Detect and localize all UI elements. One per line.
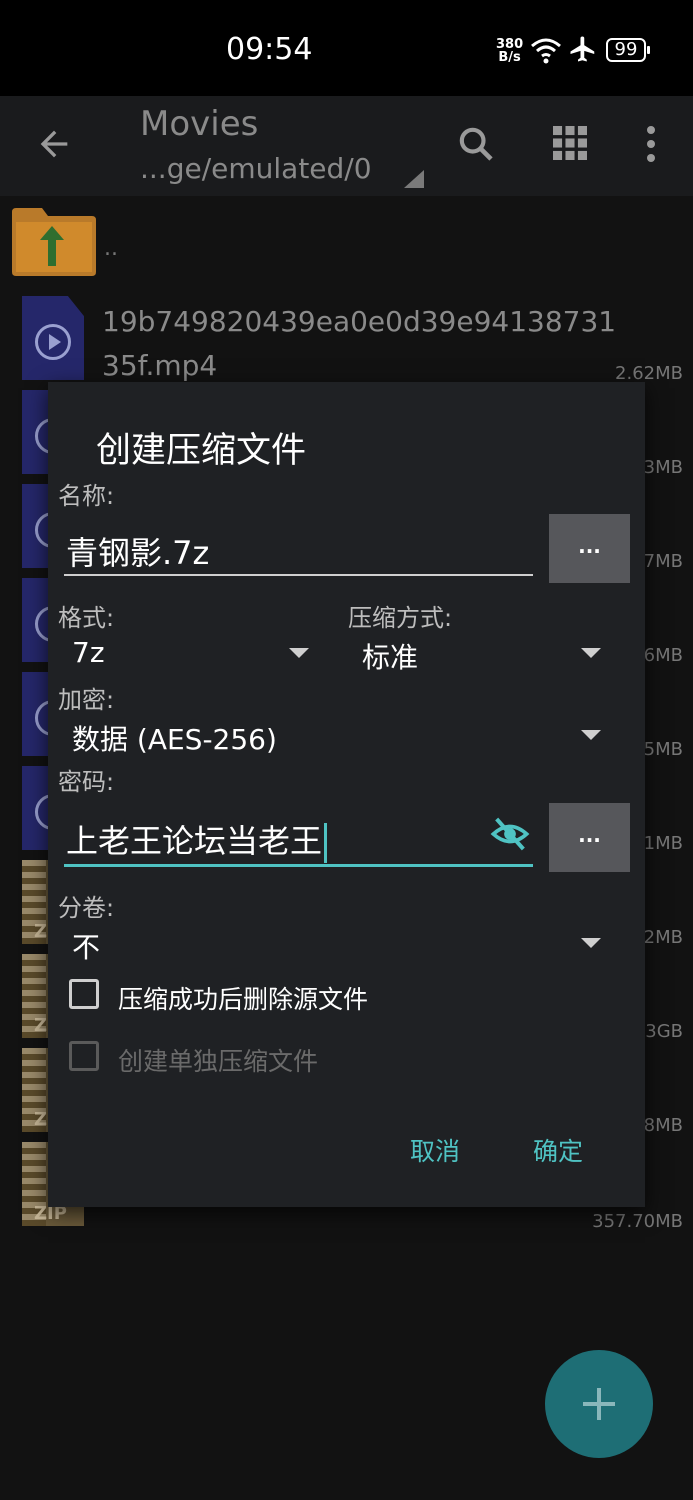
parent-folder-row[interactable]: .. [0, 196, 693, 288]
split-dropdown-icon[interactable] [581, 938, 601, 948]
file-size: 3MB [643, 457, 683, 478]
separate-archive-label[interactable]: 创建单独压缩文件 [118, 1042, 318, 1078]
file-size: 8MB [643, 1115, 683, 1136]
text-cursor [324, 823, 328, 863]
format-select[interactable]: 7z [72, 636, 105, 669]
name-input[interactable]: 青钢影.7z [66, 528, 209, 574]
file-size: 6MB [643, 645, 683, 666]
compression-label: 压缩方式: [348, 604, 453, 632]
wifi-icon [531, 38, 561, 64]
compression-dropdown-icon[interactable] [581, 648, 601, 658]
name-underline [64, 574, 533, 576]
password-browse-button[interactable]: ... [549, 803, 630, 872]
folder-up-icon [12, 208, 96, 276]
zip-icon-label: Z [34, 1109, 48, 1130]
name-browse-button[interactable]: ... [549, 514, 630, 583]
airplane-icon [570, 36, 595, 62]
ok-button[interactable]: 确定 [533, 1132, 583, 1168]
format-dropdown-icon[interactable] [289, 648, 309, 658]
delete-source-label[interactable]: 压缩成功后删除源文件 [118, 980, 368, 1016]
status-bar: 09:54 380 B/s 99 [0, 0, 693, 96]
compression-select[interactable]: 标准 [362, 636, 418, 676]
folder-title: Movies [140, 104, 259, 144]
file-size: 1MB [643, 833, 683, 854]
search-icon[interactable] [456, 124, 496, 164]
app-bar: Movies ...ge/emulated/0 [0, 96, 693, 196]
password-label: 密码: [58, 768, 115, 796]
delete-source-checkbox[interactable] [69, 979, 99, 1009]
file-size: 5MB [643, 739, 683, 760]
separate-archive-checkbox[interactable] [69, 1041, 99, 1071]
back-arrow-icon[interactable] [34, 124, 74, 164]
battery-indicator: 99 [606, 38, 650, 62]
split-label: 分卷: [58, 894, 115, 922]
file-name: 19b749820439ea0e0d39e9413873135f.mp4 [102, 305, 617, 382]
eye-off-icon[interactable] [488, 814, 532, 854]
zip-icon-label: Z [34, 1015, 48, 1036]
create-archive-dialog: 创建压缩文件 名称: 青钢影.7z ... 格式: 7z 压缩方式: 标准 加密… [48, 382, 645, 1207]
zip-icon-label: Z [34, 921, 48, 942]
encryption-dropdown-icon[interactable] [581, 730, 601, 740]
dialog-title: 创建压缩文件 [96, 431, 307, 471]
path-dropdown-icon[interactable] [404, 170, 424, 188]
format-label: 格式: [58, 604, 115, 632]
file-size: 3GB [645, 1021, 683, 1042]
split-select[interactable]: 不 [72, 926, 100, 966]
parent-folder-label: .. [104, 236, 118, 261]
file-size: 357.70MB [592, 1211, 683, 1232]
encryption-label: 加密: [58, 686, 115, 714]
file-size: 2MB [643, 927, 683, 948]
plus-icon [583, 1388, 615, 1420]
file-size: 7MB [643, 551, 683, 572]
file-size: 2.62MB [615, 363, 683, 384]
network-speed: 380 B/s [496, 38, 523, 64]
name-label: 名称: [58, 482, 115, 510]
path-label[interactable]: ...ge/emulated/0 [140, 152, 372, 185]
clock: 09:54 [226, 32, 313, 67]
add-fab-button[interactable] [545, 1350, 653, 1458]
grid-view-icon[interactable] [553, 126, 587, 160]
password-input[interactable]: 上老王论坛当老王 [66, 816, 328, 863]
more-icon[interactable] [645, 124, 657, 164]
password-text: 上老王论坛当老王 [66, 822, 323, 860]
password-underline [64, 864, 533, 867]
network-speed-unit: B/s [498, 50, 521, 65]
encryption-select[interactable]: 数据 (AES-256) [72, 718, 277, 758]
video-file-icon [22, 296, 84, 380]
cancel-button[interactable]: 取消 [410, 1132, 460, 1168]
